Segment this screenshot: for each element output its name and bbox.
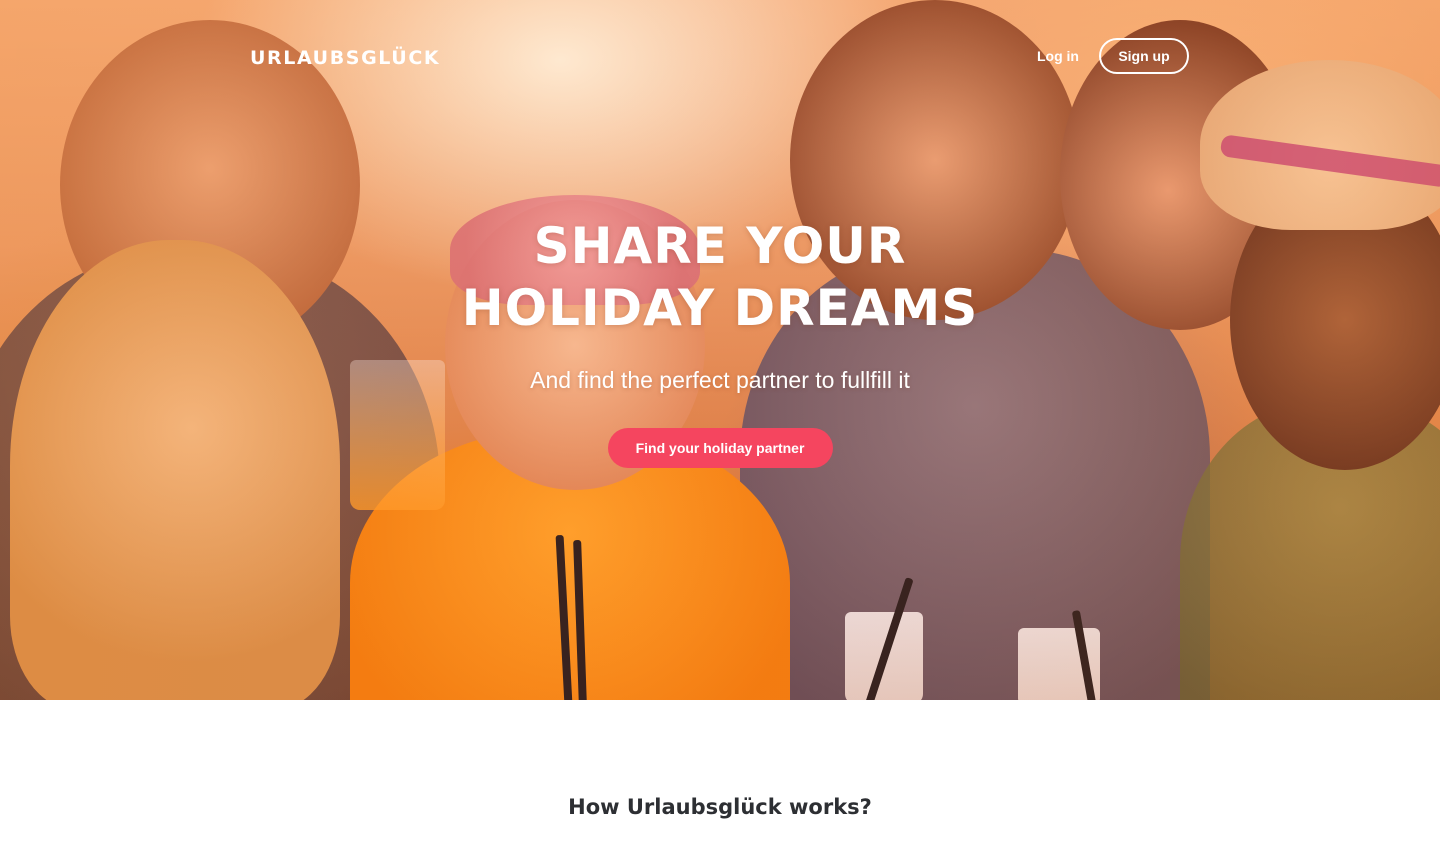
- login-link[interactable]: Log in: [1028, 46, 1088, 66]
- hero-content: SHARE YOUR HOLIDAY DREAMS And find the p…: [0, 215, 1440, 468]
- hero-subtitle: And find the perfect partner to fullfill…: [530, 367, 910, 393]
- hero-headline-line-1: SHARE YOUR: [533, 217, 907, 275]
- brand-logo[interactable]: URLAUBSGLÜCK: [250, 46, 440, 70]
- signup-button[interactable]: Sign up: [1099, 38, 1189, 74]
- hero-section: URLAUBSGLÜCK Log in Sign up SHARE YOUR H…: [0, 0, 1440, 700]
- hero-headline: SHARE YOUR HOLIDAY DREAMS: [0, 215, 1440, 339]
- how-it-works-title: How Urlaubsglück works?: [568, 795, 872, 819]
- top-navigation: URLAUBSGLÜCK Log in Sign up: [0, 0, 1440, 110]
- find-partner-button[interactable]: Find your holiday partner: [607, 428, 833, 468]
- hero-headline-line-2: HOLIDAY DREAMS: [461, 279, 979, 337]
- how-it-works-section: How Urlaubsglück works?: [0, 700, 1440, 845]
